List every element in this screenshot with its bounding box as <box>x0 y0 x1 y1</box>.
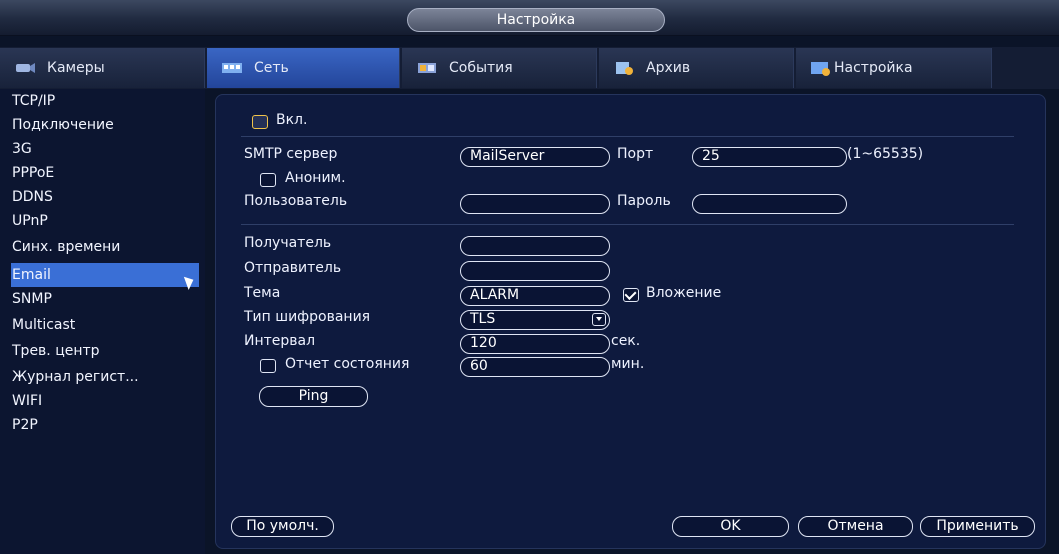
port-input[interactable]: 25 <box>692 147 847 167</box>
divider <box>241 136 1014 137</box>
sidebar-item-multicast[interactable]: Multicast <box>11 313 199 337</box>
tab-settings[interactable]: Настройка <box>796 48 992 88</box>
events-icon <box>416 60 438 76</box>
anonymous-label: Аноним. <box>285 170 346 186</box>
apply-button[interactable]: Применить <box>920 516 1035 537</box>
main-tabs: Камеры Сеть События Архив Настройка <box>0 47 1059 89</box>
sidebar-item-upnp[interactable]: UPnP <box>11 209 199 233</box>
sidebar-item-3g[interactable]: 3G <box>11 137 199 161</box>
default-button[interactable]: По умолч. <box>231 516 334 537</box>
sidebar-item-pppoe[interactable]: PPPoE <box>11 161 199 185</box>
sender-input[interactable] <box>460 261 610 281</box>
recipient-label: Получатель <box>244 235 332 251</box>
divider <box>241 224 1014 225</box>
tab-label: Сеть <box>254 60 289 76</box>
chevron-down-icon <box>592 313 606 326</box>
anonymous-checkbox[interactable] <box>260 173 276 187</box>
health-report-unit: мин. <box>611 356 645 372</box>
sidebar-item-tcpip[interactable]: TCP/IP <box>11 89 199 113</box>
interval-input[interactable]: 120 <box>460 334 610 354</box>
sidebar: TCP/IP Подключение 3G PPPoE DDNS UPnP Си… <box>0 89 205 554</box>
email-settings-panel: Вкл. SMTP сервер MailServer Порт 25 (1~6… <box>215 94 1046 549</box>
camera-icon <box>14 60 36 76</box>
window-title: Настройка <box>407 8 665 32</box>
recipient-input[interactable] <box>460 236 610 256</box>
interval-unit: сек. <box>611 333 641 349</box>
ping-button[interactable]: Ping <box>259 386 368 407</box>
sidebar-item-ddns[interactable]: DDNS <box>11 185 199 209</box>
encryption-label: Тип шифрования <box>244 309 371 325</box>
sidebar-item-wifi[interactable]: WIFI <box>11 389 199 413</box>
password-label: Пароль <box>617 193 671 209</box>
sidebar-item-time-sync[interactable]: Синх. времени <box>11 235 199 259</box>
tab-label: События <box>449 60 513 76</box>
title-bar: Настройка <box>0 0 1059 36</box>
port-range-label: (1~65535) <box>847 146 924 162</box>
health-report-input[interactable]: 60 <box>460 357 610 377</box>
smtp-server-input[interactable]: MailServer <box>460 147 610 167</box>
smtp-server-label: SMTP сервер <box>244 146 338 162</box>
password-input[interactable] <box>692 194 847 214</box>
attachment-label: Вложение <box>646 285 722 301</box>
sidebar-item-snmp[interactable]: SNMP <box>11 287 199 311</box>
attachment-checkbox[interactable] <box>623 288 639 302</box>
port-label: Порт <box>617 146 654 162</box>
sender-label: Отправитель <box>244 260 342 276</box>
sidebar-item-log[interactable]: Журнал регист... <box>11 365 199 389</box>
archive-icon <box>613 60 635 76</box>
sidebar-item-p2p[interactable]: P2P <box>11 413 199 437</box>
tab-label: Настройка <box>834 60 913 76</box>
subject-label: Тема <box>244 285 281 301</box>
health-report-label: Отчет состояния <box>285 356 410 372</box>
user-label: Пользователь <box>244 193 348 209</box>
tab-events[interactable]: События <box>402 48 597 88</box>
health-report-checkbox[interactable] <box>260 359 276 373</box>
interval-label: Интервал <box>244 333 316 349</box>
subject-input[interactable]: ALARM <box>460 286 610 306</box>
sidebar-item-email[interactable]: Email <box>11 263 199 287</box>
ok-button[interactable]: OK <box>672 516 789 537</box>
sidebar-item-alarm-center[interactable]: Трев. центр <box>11 339 199 363</box>
tab-cameras[interactable]: Камеры <box>0 48 205 88</box>
encryption-value: TLS <box>470 311 496 327</box>
tab-label: Архив <box>646 60 691 76</box>
enable-label: Вкл. <box>276 112 308 128</box>
sidebar-item-connection[interactable]: Подключение <box>11 113 199 137</box>
enable-checkbox[interactable] <box>252 115 268 129</box>
tab-label: Камеры <box>47 60 105 76</box>
settings-icon <box>810 60 832 76</box>
encryption-select[interactable]: TLS <box>460 310 610 330</box>
cancel-button[interactable]: Отмена <box>798 516 913 537</box>
user-input[interactable] <box>460 194 610 214</box>
tab-archive[interactable]: Архив <box>599 48 794 88</box>
network-icon <box>221 60 243 76</box>
tab-network[interactable]: Сеть <box>207 48 400 88</box>
